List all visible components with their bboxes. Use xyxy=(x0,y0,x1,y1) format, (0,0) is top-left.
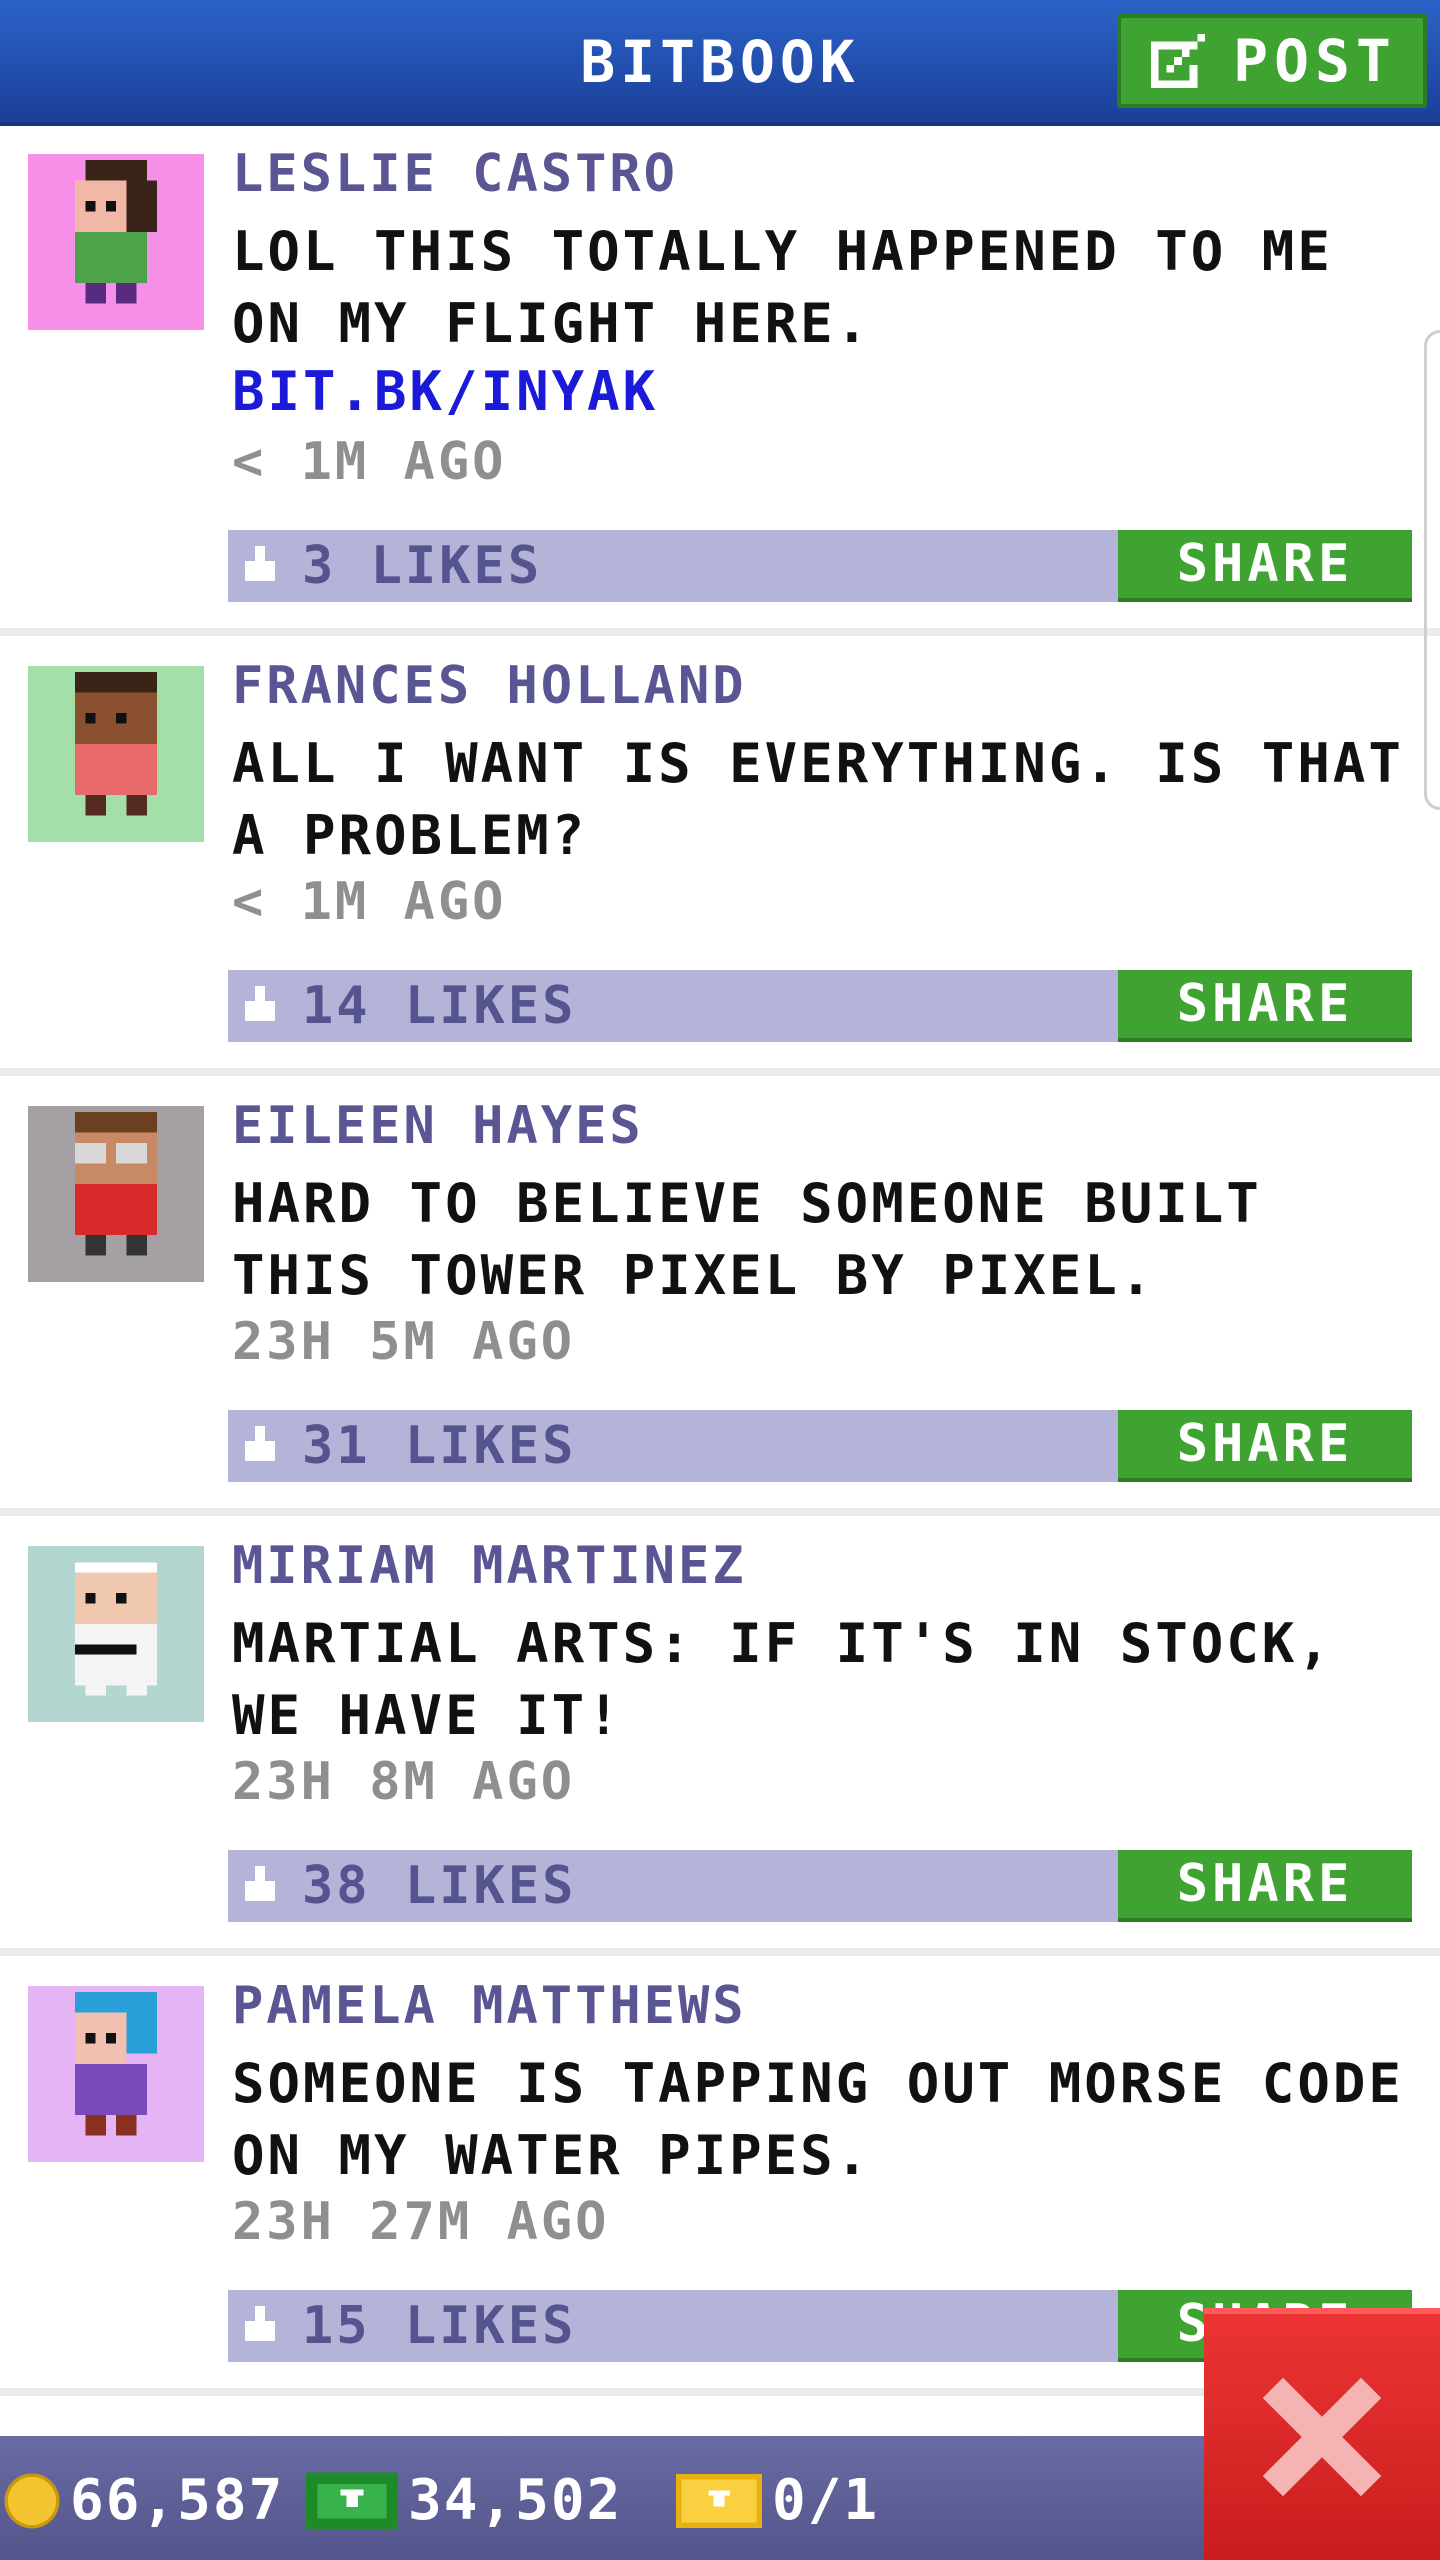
post-message: LOL THIS TOTALLY HAPPENED TO ME ON MY FL… xyxy=(232,220,1333,355)
likes-count: 31 LIKES xyxy=(302,1416,577,1476)
feed-post: MIRIAM MARTINEZ MARTIAL ARTS: IF IT'S IN… xyxy=(0,1518,1440,1958)
post-author[interactable]: MIRIAM MARTINEZ xyxy=(232,1536,747,1596)
likes-count: 38 LIKES xyxy=(302,1856,577,1916)
share-button[interactable]: SHARE xyxy=(1118,1410,1412,1482)
divider xyxy=(0,1508,1440,1516)
post-message: ALL I WANT IS EVERYTHING. IS THAT A PROB… xyxy=(232,732,1404,867)
close-icon xyxy=(1262,2377,1382,2497)
likes-bar: 31 LIKES SHARE xyxy=(228,1410,1412,1482)
edit-icon xyxy=(1151,33,1206,89)
thumbs-up-icon[interactable] xyxy=(240,1866,280,1906)
feed-post: FRANCES HOLLAND ALL I WANT IS EVERYTHING… xyxy=(0,638,1440,1078)
avatar-figure xyxy=(75,1992,157,2136)
post-button[interactable]: POST xyxy=(1117,14,1427,108)
share-button[interactable]: SHARE xyxy=(1118,1850,1412,1922)
likes-bar: 3 LIKES SHARE xyxy=(228,530,1412,602)
avatar[interactable] xyxy=(28,1986,204,2162)
post-author[interactable]: FRANCES HOLLAND xyxy=(232,656,747,716)
avatar[interactable] xyxy=(28,154,204,330)
avatar[interactable] xyxy=(28,666,204,842)
feed-post: LESLIE CASTRO LOL THIS TOTALLY HAPPENED … xyxy=(0,126,1440,602)
post-link[interactable]: BIT.BK/INYAK xyxy=(232,360,658,423)
post-time: < 1M AGO xyxy=(232,432,507,492)
divider xyxy=(0,1948,1440,1956)
tickets-count: 0/1 xyxy=(772,2468,880,2533)
likes-bar: 14 LIKES SHARE xyxy=(228,970,1412,1042)
post-author[interactable]: LESLIE CASTRO xyxy=(232,144,678,204)
post-message: MARTIAL ARTS: IF IT'S IN STOCK, WE HAVE … xyxy=(232,1612,1333,1747)
feed-list[interactable]: LESLIE CASTRO LOL THIS TOTALLY HAPPENED … xyxy=(0,126,1440,2436)
post-time: 23H 8M AGO xyxy=(232,1752,576,1812)
post-author[interactable]: PAMELA MATTHEWS xyxy=(232,1976,747,2036)
post-time: < 1M AGO xyxy=(232,872,507,932)
avatar-figure xyxy=(75,1112,157,1256)
bux-icon xyxy=(306,2471,398,2530)
post-author[interactable]: EILEEN HAYES xyxy=(232,1096,644,1156)
share-button[interactable]: SHARE xyxy=(1118,530,1412,602)
post-button-label: POST xyxy=(1233,27,1397,95)
divider xyxy=(0,1068,1440,1076)
coins-stat: 66,587 xyxy=(4,2468,284,2533)
likes-count: 3 LIKES xyxy=(302,536,543,596)
avatar-figure xyxy=(75,160,157,304)
coins-count: 66,587 xyxy=(70,2468,285,2533)
thumbs-up-icon[interactable] xyxy=(240,986,280,1026)
avatar-figure xyxy=(75,672,157,816)
thumbs-up-icon[interactable] xyxy=(240,546,280,586)
bux-count: 34,502 xyxy=(408,2468,623,2533)
likes-count: 15 LIKES xyxy=(302,2296,577,2356)
post-message: SOMEONE IS TAPPING OUT MORSE CODE ON MY … xyxy=(232,2052,1404,2187)
feed-post: EILEEN HAYES HARD TO BELIEVE SOMEONE BUI… xyxy=(0,1078,1440,1518)
divider xyxy=(0,628,1440,636)
likes-bar: 38 LIKES SHARE xyxy=(228,1850,1412,1922)
post-message: HARD TO BELIEVE SOMEONE BUILT THIS TOWER… xyxy=(232,1172,1262,1307)
ticket-icon xyxy=(676,2473,762,2528)
bux-stat: 34,502 xyxy=(306,2468,622,2533)
likes-count: 14 LIKES xyxy=(302,976,577,1036)
post-time: 23H 27M AGO xyxy=(232,2192,610,2252)
avatar[interactable] xyxy=(28,1546,204,1722)
thumbs-up-icon[interactable] xyxy=(240,2306,280,2346)
tickets-stat: 0/1 xyxy=(676,2468,879,2533)
share-button[interactable]: SHARE xyxy=(1118,970,1412,1042)
thumbs-up-icon[interactable] xyxy=(240,1426,280,1466)
avatar-figure xyxy=(75,1562,157,1696)
close-button[interactable] xyxy=(1204,2308,1440,2560)
scroll-indicator xyxy=(1424,330,1440,810)
coin-icon xyxy=(4,2473,60,2528)
avatar[interactable] xyxy=(28,1106,204,1282)
app-header: BITBOOK POST xyxy=(0,0,1440,126)
post-time: 23H 5M AGO xyxy=(232,1312,576,1372)
